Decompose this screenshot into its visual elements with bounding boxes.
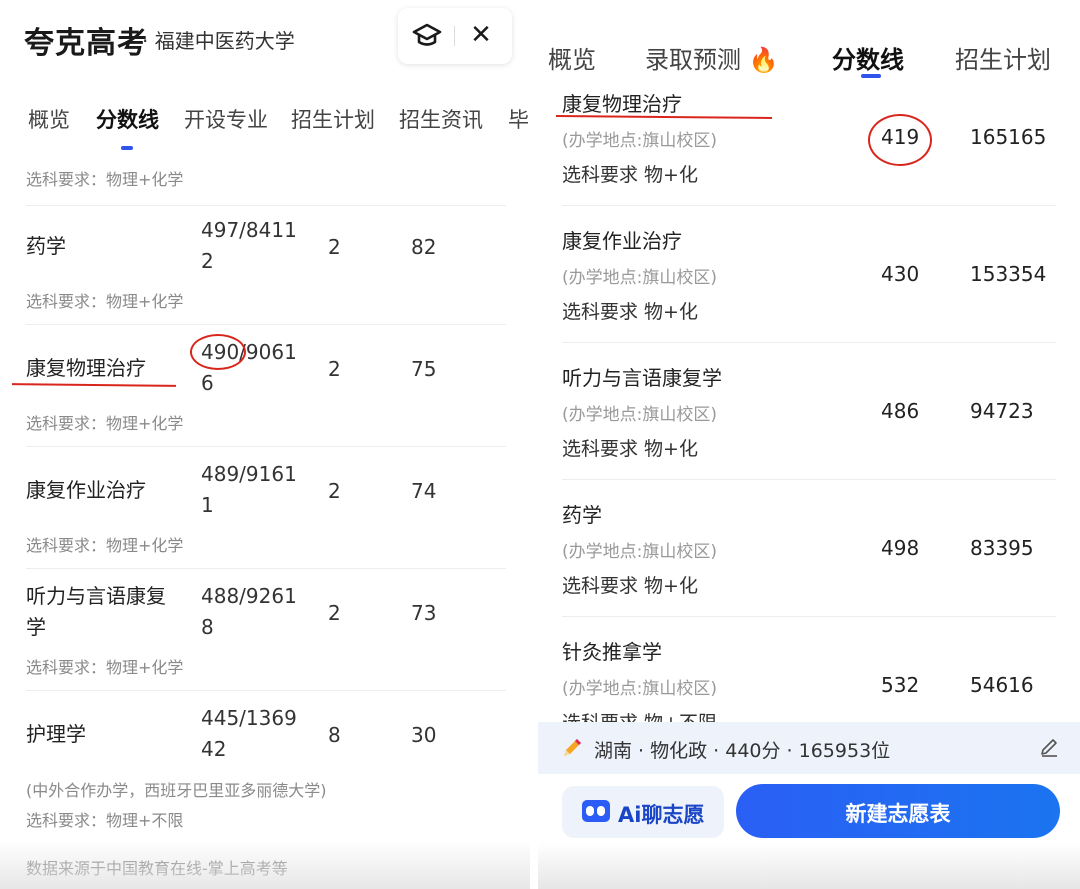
subject-requirement: 选科要求 物+化 bbox=[562, 164, 698, 186]
min-rank: 54616 bbox=[970, 673, 1034, 697]
min-score: 486 bbox=[881, 399, 920, 423]
tab-enrollment-plan[interactable]: 招生计划 bbox=[291, 104, 375, 134]
admit-count: 75 bbox=[411, 357, 437, 381]
close-icon[interactable]: ✕ bbox=[466, 20, 496, 50]
candidate-profile-bar[interactable]: 湖南 · 物化政 · 440分 · 165953位 bbox=[538, 722, 1080, 774]
new-application-label: 新建志愿表 bbox=[845, 802, 951, 826]
major-name: 康复物理治疗 bbox=[26, 356, 146, 380]
graduation-cap-icon[interactable] bbox=[412, 22, 442, 50]
new-application-button[interactable]: 新建志愿表 bbox=[736, 784, 1060, 838]
app-brand: 夸克高考 bbox=[24, 26, 148, 61]
app-header: 夸克高考 · 福建中医药大学 ✕ bbox=[0, 0, 530, 80]
min-rank: 83395 bbox=[970, 536, 1034, 560]
ai-chat-button[interactable]: Ai聊志愿 bbox=[562, 786, 724, 838]
min-score: 532 bbox=[881, 673, 920, 697]
subject-requirement: 选科要求：物理+化学 bbox=[26, 292, 184, 311]
major-name: 护理学 bbox=[26, 722, 86, 746]
left-tab-bar: 概览 分数线 开设专业 招生计划 招生资讯 毕业 bbox=[0, 96, 530, 146]
plan-count: 2 bbox=[328, 357, 341, 381]
tab-overview[interactable]: 概览 bbox=[548, 40, 596, 75]
min-rank: 153354 bbox=[970, 262, 1047, 286]
right-tab-bar: 概览 录取预测 🔥 分数线 招生计划 bbox=[538, 36, 1080, 86]
pencil-icon bbox=[564, 739, 581, 756]
major-name: 听力与言语康复学 bbox=[562, 366, 722, 390]
major-name: 药学 bbox=[562, 503, 602, 527]
fire-icon: 🔥 bbox=[748, 46, 779, 74]
score-rank: 445/136942 bbox=[201, 706, 297, 761]
tab-enrollment-news[interactable]: 招生资讯 bbox=[399, 104, 483, 134]
campus-location: (办学地点:旗山校区) bbox=[562, 131, 717, 151]
tab-label: 录取预测 bbox=[645, 46, 741, 74]
divider bbox=[562, 205, 1056, 206]
admit-count: 73 bbox=[411, 601, 437, 625]
subject-requirement: 选科要求：物理+化学 bbox=[26, 536, 184, 555]
subject-requirement: 选科要求：物理+化学 bbox=[26, 170, 184, 189]
header-separator bbox=[454, 26, 455, 46]
plan-count: 2 bbox=[328, 479, 341, 503]
subject-requirement: 选科要求 物+化 bbox=[562, 438, 698, 460]
divider bbox=[26, 690, 506, 691]
active-tab-indicator bbox=[861, 74, 881, 78]
min-score: 430 bbox=[881, 262, 920, 286]
plan-count: 2 bbox=[328, 601, 341, 625]
data-source-note: 数据来源于中国教育在线-掌上高考等 bbox=[26, 859, 288, 878]
ai-chat-label: Ai聊志愿 bbox=[618, 803, 705, 827]
admit-count: 82 bbox=[411, 235, 437, 259]
annotation-circle bbox=[190, 334, 246, 370]
major-name: 康复作业治疗 bbox=[562, 229, 682, 253]
tab-score-line[interactable]: 分数线 bbox=[96, 104, 159, 134]
annotation-circle bbox=[868, 114, 932, 166]
divider bbox=[562, 479, 1056, 480]
divider bbox=[26, 324, 506, 325]
plan-count: 2 bbox=[328, 235, 341, 259]
header-actions: ✕ bbox=[398, 8, 512, 64]
candidate-profile-text: 湖南 · 物化政 · 440分 · 165953位 bbox=[594, 740, 891, 762]
left-screenshot-panel: 夸克高考 · 福建中医药大学 ✕ 概览 分数线 开设专业 招生计划 招生资讯 毕… bbox=[0, 0, 530, 889]
active-tab-indicator bbox=[121, 146, 133, 150]
tab-graduation[interactable]: 毕业 bbox=[508, 104, 530, 134]
right-screenshot-panel: 概览 录取预测 🔥 分数线 招生计划 康复物理治疗 (办学地点:旗山校区) 选科… bbox=[538, 0, 1080, 889]
major-name: 康复作业治疗 bbox=[26, 478, 146, 502]
campus-location: (办学地点:旗山校区) bbox=[562, 405, 717, 425]
plan-count: 8 bbox=[328, 723, 341, 747]
divider bbox=[26, 446, 506, 447]
campus-location: (办学地点:旗山校区) bbox=[562, 268, 717, 288]
divider bbox=[562, 342, 1056, 343]
tab-admission-forecast[interactable]: 录取预测 🔥 bbox=[645, 40, 779, 75]
campus-location: (办学地点:旗山校区) bbox=[562, 542, 717, 562]
subject-requirement: 选科要求：物理+化学 bbox=[26, 658, 184, 677]
min-score: 498 bbox=[881, 536, 920, 560]
tab-score-line[interactable]: 分数线 bbox=[832, 40, 904, 75]
subject-requirement: 选科要求 物+化 bbox=[562, 575, 698, 597]
min-rank: 165165 bbox=[970, 125, 1047, 149]
annotation-underline bbox=[11, 383, 177, 387]
tab-overview[interactable]: 概览 bbox=[28, 104, 70, 134]
tab-majors[interactable]: 开设专业 bbox=[184, 104, 268, 134]
admit-count: 74 bbox=[411, 479, 437, 503]
subject-requirement: 选科要求：物理+化学 bbox=[26, 414, 184, 433]
tab-enrollment-plan[interactable]: 招生计划 bbox=[955, 40, 1051, 75]
admit-count: 30 bbox=[411, 723, 437, 747]
score-rank: 497/84112 bbox=[201, 218, 297, 273]
university-name: · 福建中医药大学 bbox=[142, 29, 295, 53]
score-rank: 489/91611 bbox=[201, 462, 297, 517]
ai-chat-icon bbox=[582, 800, 610, 822]
divider bbox=[26, 205, 506, 206]
min-rank: 94723 bbox=[970, 399, 1034, 423]
cooperation-note: (中外合作办学，西班牙巴里亚多丽德大学) bbox=[26, 781, 327, 800]
edit-icon[interactable] bbox=[1038, 736, 1060, 758]
subject-requirement: 选科要求：物理+不限 bbox=[26, 811, 184, 830]
major-name: 听力与言语康复学 bbox=[26, 584, 166, 639]
major-name: 康复物理治疗 bbox=[562, 92, 682, 116]
subject-requirement: 选科要求 物+化 bbox=[562, 301, 698, 323]
campus-location: (办学地点:旗山校区) bbox=[562, 679, 717, 699]
annotation-underline bbox=[555, 115, 773, 119]
bottom-action-bar: Ai聊志愿 新建志愿表 bbox=[538, 774, 1080, 889]
score-rank: 488/92618 bbox=[201, 584, 297, 639]
divider bbox=[26, 568, 506, 569]
major-name: 药学 bbox=[26, 234, 66, 258]
divider bbox=[562, 616, 1056, 617]
major-name: 针灸推拿学 bbox=[562, 640, 662, 664]
